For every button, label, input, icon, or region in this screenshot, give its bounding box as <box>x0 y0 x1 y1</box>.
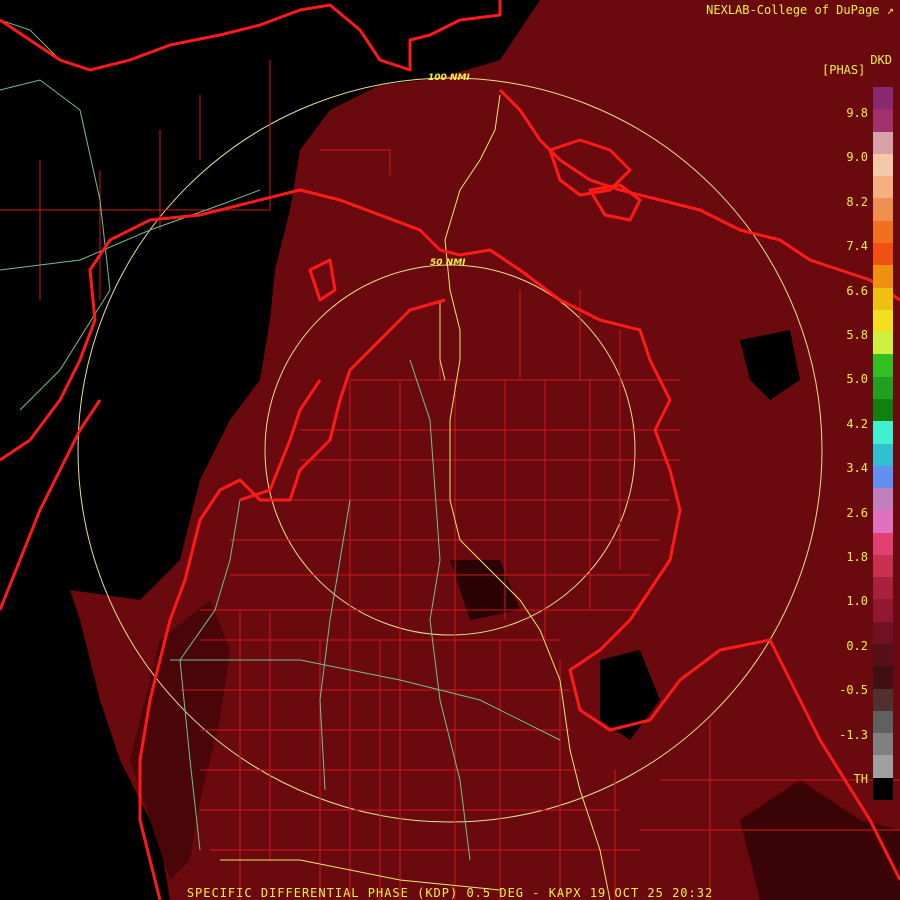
color-legend-segment <box>873 599 893 622</box>
color-legend-tick-label: 7.4 <box>846 239 868 254</box>
color-legend-segment <box>873 87 893 110</box>
color-legend-tick-label: -1.3 <box>839 727 868 742</box>
color-legend-segment <box>873 777 893 800</box>
color-legend-segment <box>873 577 893 600</box>
color-legend-segment <box>873 354 893 377</box>
range-ring-label-50: 50 NMI <box>430 258 466 268</box>
color-legend-segment <box>873 465 893 489</box>
color-legend-segment <box>873 242 893 266</box>
color-legend-segment <box>873 309 893 333</box>
external-link-icon[interactable]: ↗ <box>887 3 894 17</box>
color-legend-tick-label: 6.6 <box>846 283 868 298</box>
product-code-label: DKD <box>870 53 892 67</box>
color-legend-tick-label: 8.2 <box>846 194 868 209</box>
color-legend-segment <box>873 109 893 132</box>
color-legend-tick-label: 5.0 <box>846 372 868 387</box>
color-legend-segment <box>873 131 893 154</box>
color-legend-segment <box>873 644 893 667</box>
color-legend-tick-label: 3.4 <box>846 461 868 476</box>
color-legend-bar <box>873 87 893 800</box>
color-legend-segment <box>873 666 893 689</box>
color-legend-segment <box>873 376 893 399</box>
color-legend-segment <box>873 510 893 533</box>
color-legend-segment <box>873 287 893 310</box>
color-legend-tick-label: 4.2 <box>846 416 868 431</box>
radar-echo-layer <box>70 0 900 900</box>
color-legend-tick-label: 9.0 <box>846 150 868 165</box>
color-legend-tick-label: 9.8 <box>846 106 868 120</box>
color-legend-tick-label: -0.5 <box>839 683 868 698</box>
color-legend-segment <box>873 332 893 355</box>
radar-map-view: 50 NMI 100 NMI NEXLAB-College of DuPage … <box>0 0 900 900</box>
color-legend-segment <box>873 621 893 645</box>
coast-upper-peninsula-north <box>0 0 502 72</box>
color-legend-tick-label: 1.8 <box>846 550 868 564</box>
color-legend-tick-label: 1.0 <box>846 594 868 609</box>
color-legend-tick-label: 2.6 <box>846 505 868 520</box>
brand-label: NEXLAB-College of DuPage ↗ <box>706 3 894 17</box>
color-legend-segment <box>873 198 893 221</box>
color-legend-segment <box>873 176 893 199</box>
color-legend-tick-label: TH <box>853 772 868 786</box>
color-legend-segment <box>873 755 893 778</box>
color-legend-segment <box>873 220 893 243</box>
color-legend-segment <box>873 488 893 511</box>
color-legend-segment <box>873 265 893 288</box>
color-legend-tick-label: 0.2 <box>846 638 868 653</box>
color-legend-segment <box>873 443 893 466</box>
product-caption: SPECIFIC DIFFERENTIAL PHASE (KDP) 0.5 DE… <box>186 886 714 900</box>
color-legend-segment <box>873 153 893 177</box>
color-legend-segment <box>873 421 893 444</box>
radar-map <box>0 0 900 900</box>
color-legend-segment <box>873 688 893 711</box>
color-legend-segment <box>873 398 893 422</box>
brand-text: NEXLAB-College of DuPage <box>706 3 880 17</box>
color-legend-segment <box>873 710 893 734</box>
range-ring-label-100: 100 NMI <box>428 73 470 83</box>
color-legend-tick-label: 5.8 <box>846 328 868 342</box>
unit-label: [PHAS] <box>822 63 866 77</box>
color-legend-segment <box>873 733 893 756</box>
color-legend-segment <box>873 554 893 578</box>
color-legend-segment <box>873 532 893 555</box>
coast-wisconsin <box>0 399 102 611</box>
